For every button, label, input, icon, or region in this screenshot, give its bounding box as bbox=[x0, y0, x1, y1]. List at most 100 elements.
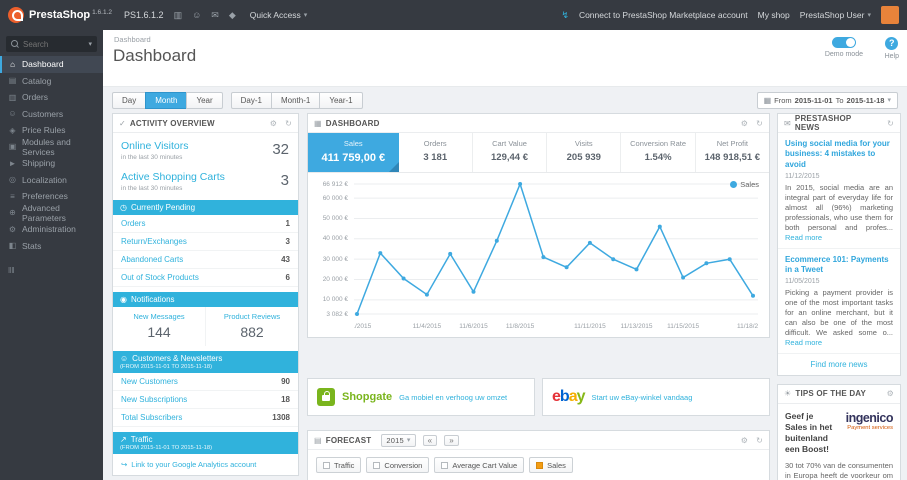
ebay-link[interactable]: Start uw eBay-winkel vandaag bbox=[592, 393, 693, 402]
shopgate-link[interactable]: Ga mobiel en verhoog uw omzet bbox=[399, 393, 507, 402]
kpi-conversion-rate[interactable]: Conversion Rate 1.54% bbox=[621, 133, 696, 172]
next-year-button[interactable]: » bbox=[444, 434, 459, 446]
active-carts-sub: in the last 30 minutes bbox=[121, 185, 183, 192]
sidebar-item-dashboard[interactable]: ⌂ Dashboard bbox=[0, 56, 103, 73]
month-button[interactable]: Month bbox=[145, 91, 188, 109]
new-subscriptions-link[interactable]: New Subscriptions bbox=[121, 395, 187, 404]
date-range-picker[interactable]: ▦ From 2015-11-01 To 2015-11-18 ▾ bbox=[756, 91, 898, 109]
out-of-stock-link[interactable]: Out of Stock Products bbox=[121, 273, 199, 282]
customers-row: Total Subscribers 1308 bbox=[113, 409, 298, 427]
year-1-button[interactable]: Year-1 bbox=[319, 91, 363, 109]
gear-icon[interactable]: ⚙ bbox=[741, 436, 748, 445]
sidebar-item-orders[interactable]: ▥ Orders bbox=[0, 89, 103, 106]
google-analytics-link[interactable]: ↪ Link to your Google Analytics account bbox=[113, 454, 298, 475]
pending-row: Abandoned Carts 43 bbox=[113, 251, 298, 269]
kpi-sales[interactable]: Sales 411 759,00 € bbox=[308, 133, 399, 172]
traffic-toggle[interactable]: Traffic bbox=[316, 457, 362, 473]
traffic-range: (FROM 2015-11-01 TO 2015-11-18) bbox=[120, 445, 213, 451]
notifications-title: Notifications bbox=[130, 295, 175, 304]
demo-mode-toggle[interactable] bbox=[831, 37, 856, 48]
demo-mode-control: Demo mode bbox=[825, 37, 863, 58]
orders-quick-icon[interactable]: ▥ bbox=[174, 10, 183, 21]
ebay-logo: ebay bbox=[552, 388, 585, 405]
user-menu[interactable]: PrestaShop User ▾ bbox=[800, 10, 871, 20]
clock-icon: ◷ bbox=[120, 203, 127, 212]
sidebar-item-advanced-parameters[interactable]: ⊕ Advanced Parameters bbox=[0, 203, 103, 223]
article-date: 11/05/2015 bbox=[785, 278, 820, 286]
sidebar-item-catalog[interactable]: ▤ Catalog bbox=[0, 73, 103, 90]
orders-link[interactable]: Orders bbox=[121, 219, 145, 228]
conversion-toggle[interactable]: Conversion bbox=[366, 457, 430, 473]
marketplace-link[interactable]: Connect to PrestaShop Marketplace accoun… bbox=[579, 10, 748, 20]
read-more-link[interactable]: Read more bbox=[785, 233, 822, 242]
refresh-icon[interactable]: ↻ bbox=[887, 119, 894, 128]
total-subscribers-link[interactable]: Total Subscribers bbox=[121, 413, 182, 422]
employee-avatar[interactable] bbox=[881, 6, 899, 24]
sidebar-item-label: Localization bbox=[22, 174, 67, 185]
main-content: Dashboard Dashboard Demo mode ? Help Day… bbox=[103, 30, 907, 480]
quick-access-menu[interactable]: Quick Access ▾ bbox=[250, 10, 308, 20]
sidebar-item-stats[interactable]: ◧ Stats bbox=[0, 238, 103, 255]
day-1-button[interactable]: Day-1 bbox=[230, 91, 272, 109]
customers-quick-icon[interactable]: ☺ bbox=[192, 10, 201, 20]
gear-icon[interactable]: ⚙ bbox=[270, 119, 277, 128]
help-icon[interactable]: ? bbox=[885, 37, 899, 50]
refresh-icon[interactable]: ↻ bbox=[756, 436, 763, 445]
kpi-net-profit[interactable]: Net Profit 148 918,51 € bbox=[696, 133, 769, 172]
day-button[interactable]: Day bbox=[112, 91, 147, 109]
year-select[interactable]: 2015 ▾ bbox=[381, 433, 416, 447]
online-visitors-value: 32 bbox=[272, 141, 289, 158]
sidebar-item-customers[interactable]: ☺ Customers bbox=[0, 106, 103, 123]
new-messages-link[interactable]: New Messages bbox=[115, 312, 203, 321]
returns-link[interactable]: Return/Exchanges bbox=[121, 237, 187, 246]
customers-newsletters-range: (FROM 2015-11-01 TO 2015-11-18) bbox=[120, 364, 213, 370]
sales-toggle[interactable]: Sales bbox=[529, 457, 573, 473]
shop-name[interactable]: PS1.6.1.2 bbox=[124, 10, 164, 20]
forecast-metric-toggles: Traffic Conversion Average Cart Value Sa… bbox=[308, 450, 769, 480]
average-cart-value-toggle[interactable]: Average Cart Value bbox=[434, 457, 525, 473]
kpi-orders[interactable]: Orders 3 181 bbox=[399, 133, 473, 172]
article-title-link[interactable]: Using social media for your business: 4 … bbox=[785, 139, 893, 170]
messages-quick-icon[interactable]: ✉ bbox=[211, 10, 219, 21]
product-reviews-link[interactable]: Product Reviews bbox=[208, 312, 296, 321]
pending-row: Return/Exchanges 3 bbox=[113, 233, 298, 251]
sidebar-search[interactable]: ▾ bbox=[6, 36, 97, 52]
gear-icon[interactable]: ⚙ bbox=[741, 119, 748, 128]
page-header: Dashboard Dashboard Demo mode ? Help bbox=[103, 30, 907, 87]
kpi-label: Conversion Rate bbox=[630, 139, 687, 148]
abandoned-carts-link[interactable]: Abandoned Carts bbox=[121, 255, 183, 264]
find-more-news-link[interactable]: Find more news bbox=[778, 352, 900, 375]
previous-year-button[interactable]: « bbox=[422, 434, 438, 446]
notifications-grid: New Messages 144 Product Reviews 882 bbox=[113, 307, 298, 346]
sidebar: ▾ ⌂ Dashboard ▤ Catalog ▥ Orders ☺ Customers… bbox=[0, 30, 103, 480]
kpi-label: Orders bbox=[423, 139, 447, 148]
shopgate-promo[interactable]: Shopgate Ga mobiel en verhoog uw omzet bbox=[307, 378, 535, 416]
refresh-icon[interactable]: ↻ bbox=[285, 119, 292, 128]
active-carts-label[interactable]: Active Shopping Carts bbox=[121, 171, 290, 183]
google-analytics-link-label: Link to your Google Analytics account bbox=[131, 460, 257, 469]
search-input[interactable] bbox=[23, 39, 85, 49]
sidebar-item-shipping[interactable]: ► Shipping bbox=[0, 155, 103, 172]
online-visitors-stat: Online Visitors in the last 30 minutes 3… bbox=[113, 133, 298, 164]
returns-count: 3 bbox=[285, 237, 290, 246]
read-more-link[interactable]: Read more bbox=[785, 338, 822, 347]
collapse-sidebar-button[interactable]: ‖‖ bbox=[8, 266, 95, 275]
gear-icon[interactable]: ⚙ bbox=[887, 389, 894, 398]
modules-quick-icon[interactable]: ◆ bbox=[229, 10, 236, 21]
sidebar-item-localization[interactable]: ◎ Localization bbox=[0, 172, 103, 189]
sidebar-item-modules[interactable]: ▣ Modules and Services bbox=[0, 137, 103, 157]
year-button[interactable]: Year bbox=[186, 91, 223, 109]
customers-row: New Subscriptions 18 bbox=[113, 391, 298, 409]
new-customers-link[interactable]: New Customers bbox=[121, 377, 178, 386]
online-visitors-label[interactable]: Online Visitors bbox=[121, 140, 290, 152]
refresh-icon[interactable]: ↻ bbox=[756, 119, 763, 128]
kpi-visits[interactable]: Visits 205 939 bbox=[547, 133, 622, 172]
ebay-promo[interactable]: ebay Start uw eBay-winkel vandaag bbox=[542, 378, 770, 416]
sidebar-item-administration[interactable]: ⚙ Administration bbox=[0, 221, 103, 238]
kpi-cart-value[interactable]: Cart Value 129,44 € bbox=[473, 133, 548, 172]
month-1-button[interactable]: Month-1 bbox=[270, 91, 321, 109]
article-title-link[interactable]: Ecommerce 101: Payments in a Tweet bbox=[785, 255, 893, 276]
my-shop-link[interactable]: My shop bbox=[758, 10, 790, 20]
article-excerpt: In 2015, social media are an integral pa… bbox=[785, 183, 893, 242]
kpi-value: 411 759,00 € bbox=[321, 152, 386, 164]
